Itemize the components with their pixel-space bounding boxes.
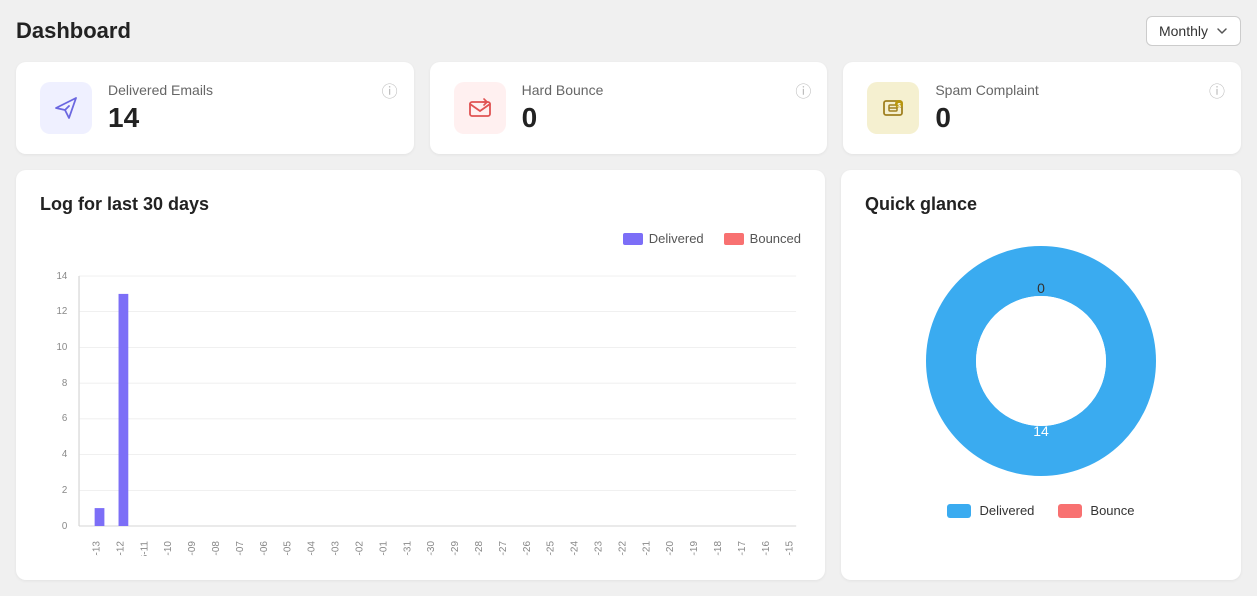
chart-container: .grid-line { stroke: #e0e0e0; stroke-wid… — [40, 256, 801, 556]
donut-bounced-label: 0 — [1037, 280, 1045, 296]
svg-text:10: 10 — [56, 342, 67, 353]
donut-delivered-legend-color — [947, 504, 971, 518]
paper-plane-icon — [52, 94, 80, 122]
svg-text:2023-05-19: 2023-05-19 — [689, 540, 700, 556]
svg-text:2023-06-13: 2023-06-13 — [92, 540, 103, 556]
svg-text:2023-05-16: 2023-05-16 — [761, 540, 772, 556]
stat-card-bounce: Hard Bounce 0 ⓘ — [430, 62, 828, 154]
chart-title: Log for last 30 days — [40, 194, 801, 215]
svg-text:2023-06-02: 2023-06-02 — [355, 541, 366, 556]
spam-icon-container: $ — [867, 82, 919, 134]
svg-text:2023-05-15: 2023-05-15 — [785, 540, 796, 556]
donut-legend: Delivered Bounce — [947, 503, 1134, 518]
svg-text:2023-06-01: 2023-06-01 — [378, 541, 389, 556]
svg-text:12: 12 — [56, 306, 67, 317]
delivered-icon-container — [40, 82, 92, 134]
svg-text:2023-06-05: 2023-06-05 — [283, 540, 294, 556]
svg-text:2023-05-18: 2023-05-18 — [713, 540, 724, 556]
donut-bounce-legend-color — [1058, 504, 1082, 518]
donut-bounce-legend-label: Bounce — [1090, 503, 1134, 518]
svg-text:2023-06-08: 2023-06-08 — [211, 540, 222, 556]
svg-text:8: 8 — [62, 378, 68, 389]
bounce-mail-icon — [466, 94, 494, 122]
page-title: Dashboard — [16, 18, 131, 44]
svg-text:2023-05-20: 2023-05-20 — [665, 540, 676, 556]
svg-text:2023-05-17: 2023-05-17 — [737, 541, 748, 556]
chart-legend: Delivered Bounced — [40, 231, 801, 246]
legend-delivered-color — [623, 233, 643, 245]
legend-bounced-color — [724, 233, 744, 245]
svg-text:2023-06-03: 2023-06-03 — [331, 540, 342, 556]
quick-glance-title: Quick glance — [865, 194, 1217, 215]
page: Dashboard Monthly Delivered Emails 14 ⓘ — [0, 0, 1257, 596]
svg-text:2023-05-30: 2023-05-30 — [426, 540, 437, 556]
stat-card-delivered: Delivered Emails 14 ⓘ — [16, 62, 414, 154]
svg-text:4: 4 — [62, 449, 68, 460]
donut-chart-svg: 0 14 — [911, 231, 1171, 491]
svg-text:2023-06-11: 2023-06-11 — [139, 541, 150, 556]
delivered-info-icon: ⓘ — [382, 78, 398, 102]
quick-glance-card: Quick glance 0 14 Deli — [841, 170, 1241, 580]
svg-text:2023-06-12: 2023-06-12 — [116, 541, 127, 556]
bounce-info-icon: ⓘ — [795, 78, 811, 102]
svg-text:2023-05-22: 2023-05-22 — [617, 541, 628, 556]
legend-delivered: Delivered — [623, 231, 704, 246]
svg-text:2023-05-24: 2023-05-24 — [570, 540, 581, 556]
svg-text:2: 2 — [62, 485, 67, 496]
stat-card-spam: $ Spam Complaint 0 ⓘ — [843, 62, 1241, 154]
spam-icon: $ — [879, 94, 907, 122]
spam-value: 0 — [935, 102, 1217, 134]
header: Dashboard Monthly — [16, 16, 1241, 46]
bottom-section: Log for last 30 days Delivered Bounced .… — [16, 170, 1241, 580]
delivered-label: Delivered Emails — [108, 82, 390, 98]
svg-text:2023-06-04: 2023-06-04 — [307, 540, 318, 556]
bounce-value: 0 — [522, 102, 804, 134]
bounce-label: Hard Bounce — [522, 82, 804, 98]
svg-text:2023-05-26: 2023-05-26 — [522, 540, 533, 556]
svg-text:2023-05-28: 2023-05-28 — [474, 540, 485, 556]
svg-text:6: 6 — [62, 413, 68, 424]
svg-text:0: 0 — [62, 521, 68, 532]
legend-bounced-label: Bounced — [750, 231, 801, 246]
svg-text:2023-06-10: 2023-06-10 — [163, 540, 174, 556]
chevron-down-icon — [1216, 25, 1228, 37]
chart-card: Log for last 30 days Delivered Bounced .… — [16, 170, 825, 580]
donut-delivered-label: 14 — [1033, 423, 1049, 439]
svg-text:2023-06-06: 2023-06-06 — [259, 540, 270, 556]
legend-bounced: Bounced — [724, 231, 801, 246]
bar-0-delivered — [95, 508, 105, 526]
period-selector[interactable]: Monthly — [1146, 16, 1241, 46]
delivered-value: 14 — [108, 102, 390, 134]
spam-info-icon: ⓘ — [1209, 78, 1225, 102]
legend-delivered-label: Delivered — [649, 231, 704, 246]
donut-legend-delivered: Delivered — [947, 503, 1034, 518]
spam-label: Spam Complaint — [935, 82, 1217, 98]
bounce-icon-container — [454, 82, 506, 134]
svg-text:2023-06-09: 2023-06-09 — [187, 540, 198, 556]
bar-1-delivered — [119, 294, 129, 526]
donut-legend-bounce: Bounce — [1058, 503, 1134, 518]
svg-text:14: 14 — [56, 271, 67, 282]
stat-cards-row: Delivered Emails 14 ⓘ Hard Bounce 0 ⓘ — [16, 62, 1241, 154]
svg-text:2023-05-23: 2023-05-23 — [594, 540, 605, 556]
svg-text:2023-05-31: 2023-05-31 — [402, 541, 413, 556]
spam-info: Spam Complaint 0 — [935, 82, 1217, 134]
svg-text:2023-06-07: 2023-06-07 — [235, 541, 246, 556]
bounce-info: Hard Bounce 0 — [522, 82, 804, 134]
donut-container: 0 14 Delivered Bounce — [865, 231, 1217, 518]
donut-center-hole — [976, 296, 1106, 426]
svg-text:2023-05-27: 2023-05-27 — [498, 541, 509, 556]
period-label: Monthly — [1159, 23, 1208, 39]
svg-text:2023-05-25: 2023-05-25 — [546, 540, 557, 556]
bar-chart-svg: .grid-line { stroke: #e0e0e0; stroke-wid… — [40, 256, 801, 556]
donut-delivered-legend-label: Delivered — [979, 503, 1034, 518]
svg-text:2023-05-21: 2023-05-21 — [641, 541, 652, 556]
delivered-info: Delivered Emails 14 — [108, 82, 390, 134]
svg-text:2023-05-29: 2023-05-29 — [450, 540, 461, 556]
